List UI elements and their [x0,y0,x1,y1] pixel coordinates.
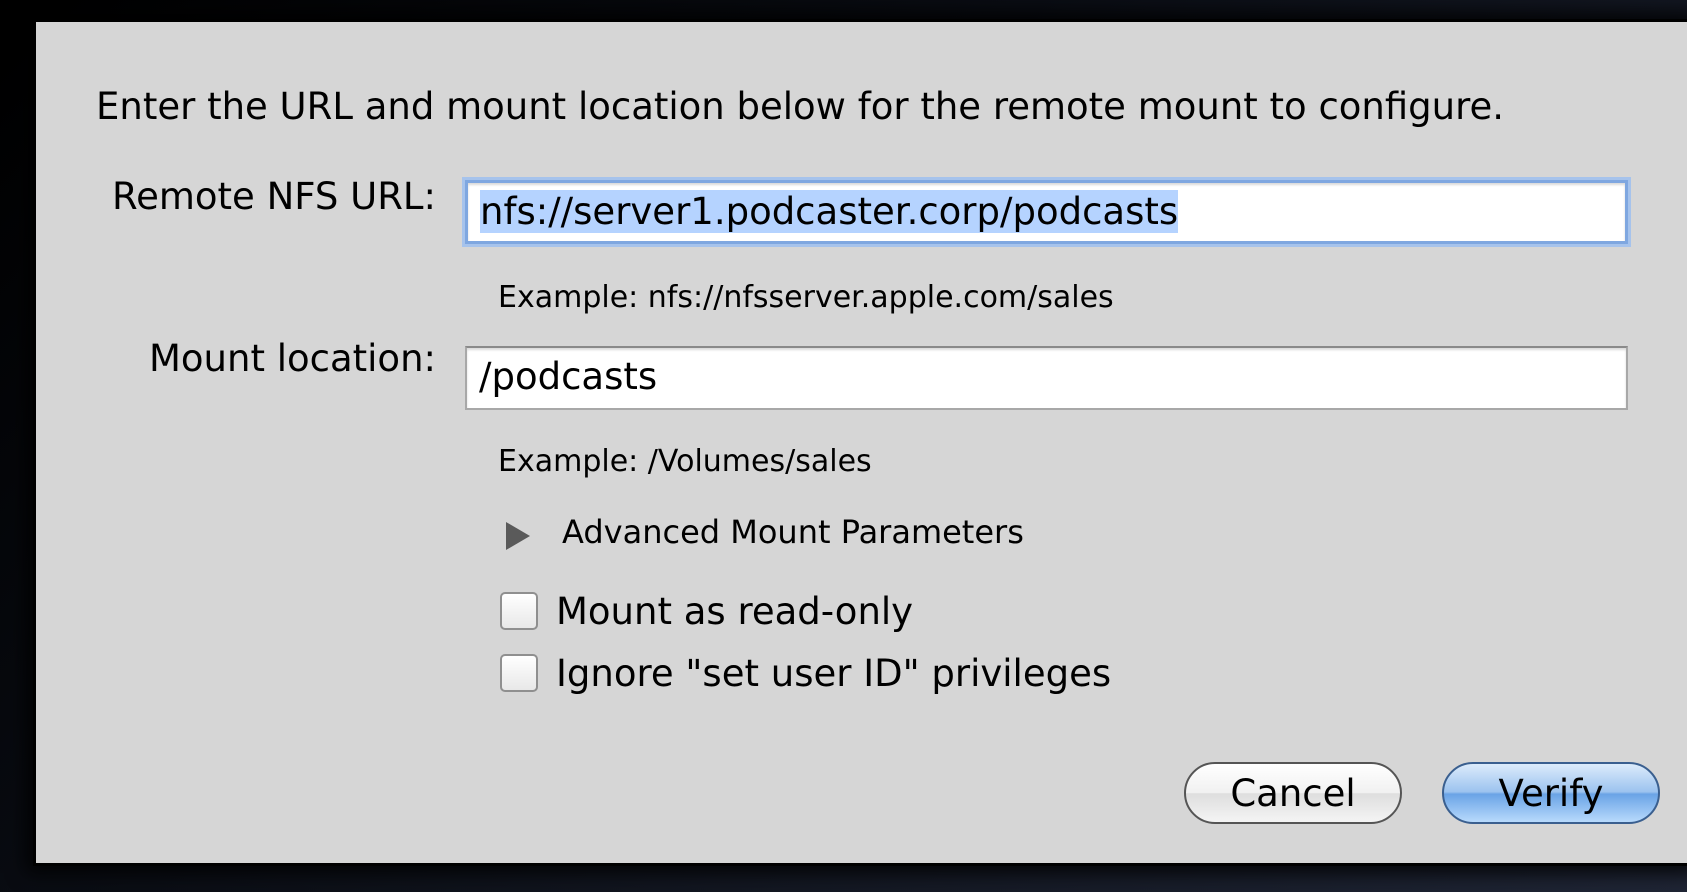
ignore-setuid-checkbox[interactable] [500,654,538,692]
remote-nfs-url-input[interactable]: nfs://server1.podcaster.corp/podcasts [465,180,1628,244]
remote-nfs-url-value: nfs://server1.podcaster.corp/podcasts [480,190,1179,233]
read-only-label[interactable]: Mount as read-only [556,590,913,633]
read-only-checkbox[interactable] [500,592,538,630]
mount-example-text: Example: /Volumes/sales [498,444,872,479]
mount-location-input[interactable]: /podcasts [465,346,1628,410]
remote-nfs-url-label: Remote NFS URL: [112,175,436,218]
mount-dialog-sheet: Enter the URL and mount location below f… [36,22,1687,863]
instructions-text: Enter the URL and mount location below f… [96,85,1505,128]
mount-location-value: /podcasts [479,355,658,398]
mount-location-label: Mount location: [148,337,436,380]
cancel-button[interactable]: Cancel [1184,762,1402,824]
ignore-setuid-label[interactable]: Ignore "set user ID" privileges [556,652,1111,695]
url-example-text: Example: nfs://nfsserver.apple.com/sales [498,280,1114,315]
advanced-mount-parameters-label[interactable]: Advanced Mount Parameters [562,513,1024,551]
disclosure-triangle-icon[interactable] [506,522,530,550]
verify-button[interactable]: Verify [1442,762,1660,824]
